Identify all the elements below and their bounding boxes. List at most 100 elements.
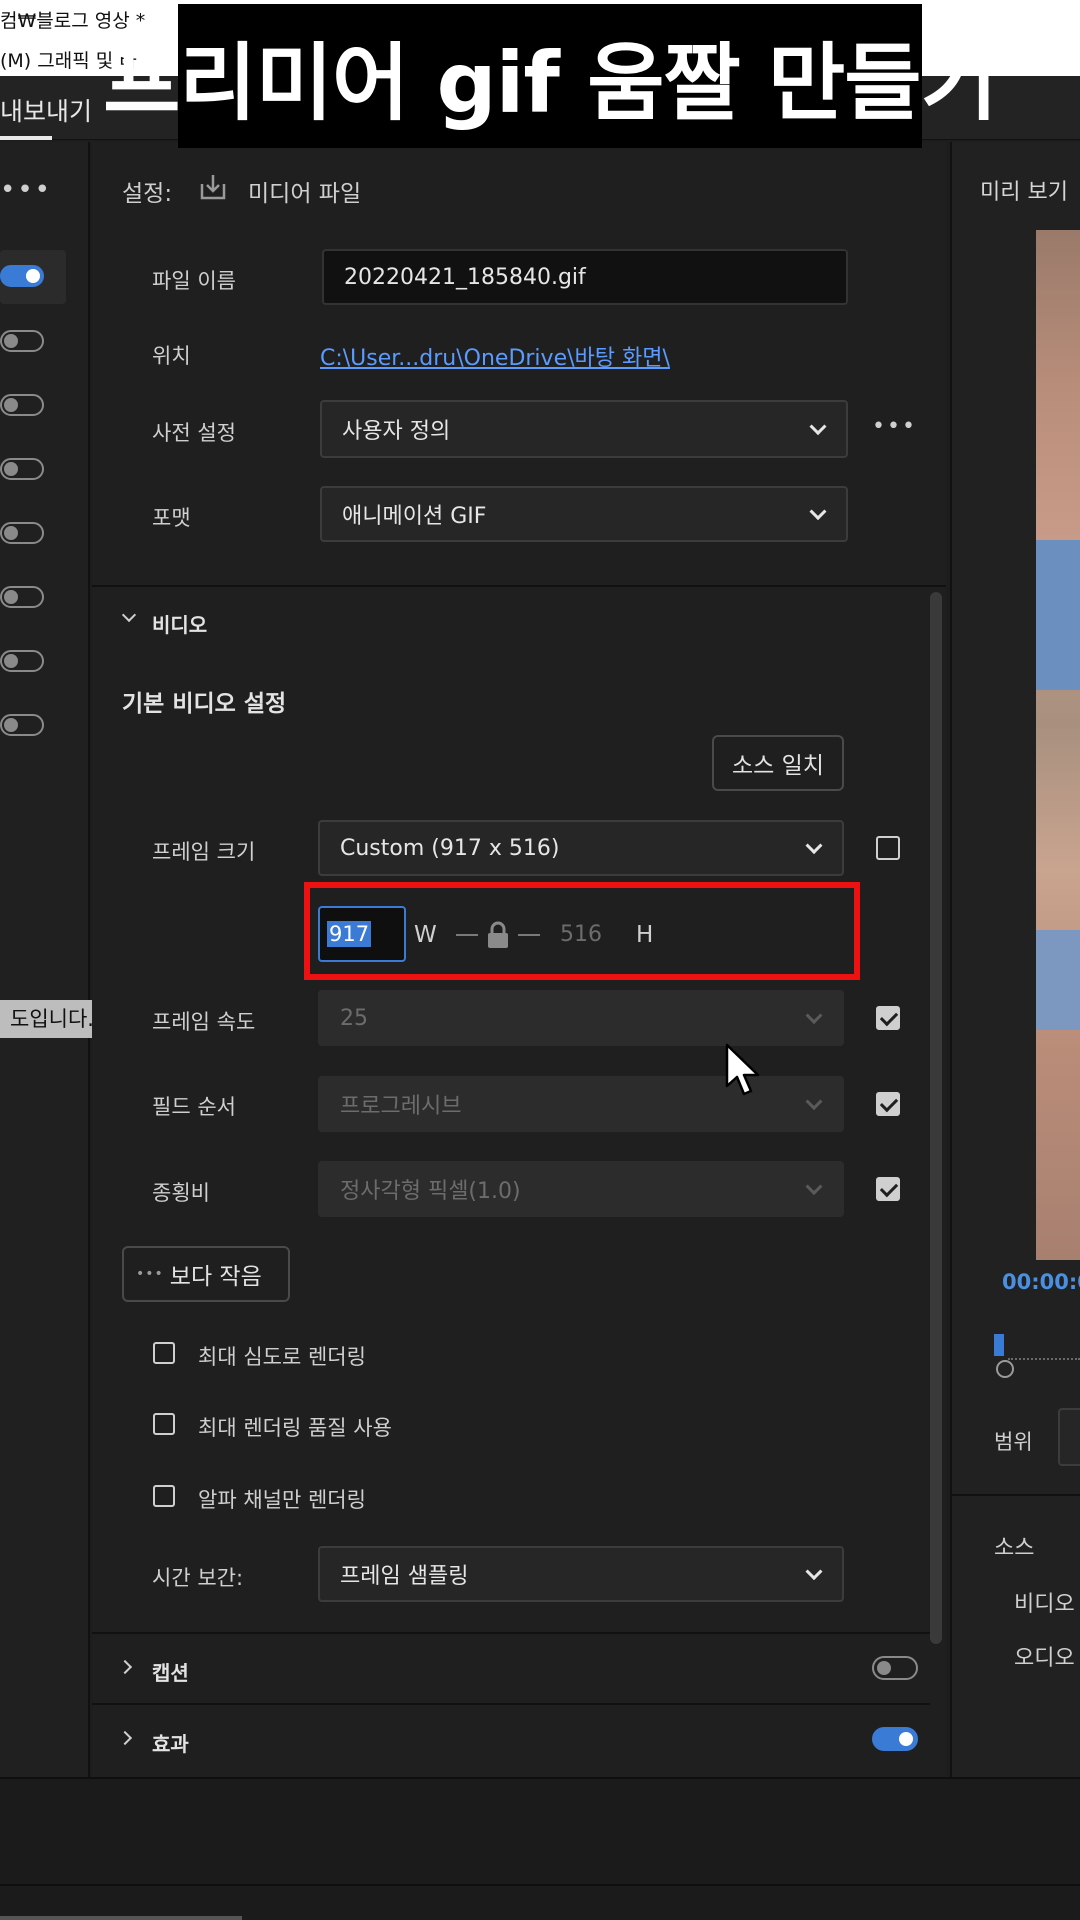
effects-toggle[interactable]: [872, 1727, 918, 1751]
queue-toggle-5[interactable]: [0, 522, 44, 544]
aspect-ratio-value: 정사각형 픽셀(1.0): [340, 1179, 521, 1204]
format-label: 포맷: [152, 506, 191, 530]
match-source-button[interactable]: 소스 일치: [712, 735, 844, 791]
chevron-down-icon: [805, 1093, 823, 1111]
queue-toggle-6[interactable]: [0, 586, 44, 608]
field-order-checkbox[interactable]: [876, 1092, 900, 1116]
frame-rate-checkbox[interactable]: [876, 1006, 900, 1030]
field-order-value: 프로그레시브: [340, 1094, 462, 1119]
preview-image: [1036, 230, 1080, 1260]
chevron-down-icon: [809, 418, 827, 436]
media-file-label: 미디어 파일: [248, 181, 362, 207]
file-name-value: 20220421_185840.gif: [344, 264, 586, 290]
file-name-input[interactable]: 20220421_185840.gif: [322, 249, 848, 305]
frame-size-override-checkbox[interactable]: [876, 836, 900, 860]
source-audio-label: 오디오: [1014, 1646, 1075, 1671]
divider: [92, 1703, 930, 1705]
frame-rate-value: 25: [340, 1005, 368, 1031]
bottom-bar: [0, 1777, 1080, 1920]
source-label: 소스: [994, 1536, 1035, 1561]
chevron-down-icon: [809, 503, 827, 521]
horizontal-scrollbar[interactable]: [0, 1916, 242, 1920]
show-less-button[interactable]: ••• 보다 작음: [122, 1246, 290, 1302]
chevron-down-icon: [805, 837, 823, 855]
playhead[interactable]: [994, 1334, 1004, 1356]
title-banner: 프리미어 gif 움짤 만들기: [103, 4, 998, 148]
time-interpolation-select[interactable]: 프레임 샘플링: [318, 1546, 844, 1602]
preset-more-icon[interactable]: •••: [872, 414, 917, 439]
show-less-label: 보다 작음: [169, 1264, 262, 1290]
alpha-only-label: 알파 채널만 렌더링: [198, 1488, 366, 1512]
max-quality-label: 최대 렌더링 품질 사용: [198, 1416, 392, 1440]
captions-section-header[interactable]: 캡션: [152, 1657, 189, 1686]
lock-icon[interactable]: [484, 920, 512, 950]
video-section-header[interactable]: 비디오: [152, 609, 207, 638]
queue-toggle-4[interactable]: [0, 458, 44, 480]
field-order-label: 필드 순서: [152, 1095, 236, 1119]
banner-text: 프리미어 gif 움짤 만들기: [103, 33, 998, 132]
alpha-only-checkbox[interactable]: [153, 1485, 175, 1507]
basic-video-settings-title: 기본 비디오 설정: [122, 691, 287, 717]
time-interpolation-label: 시간 보간:: [152, 1566, 244, 1590]
more-icon[interactable]: •••: [0, 175, 52, 205]
effects-section-header[interactable]: 효과: [152, 1728, 189, 1757]
height-unit: H: [636, 922, 654, 948]
aspect-ratio-select[interactable]: 정사각형 픽셀(1.0): [318, 1161, 844, 1217]
range-select[interactable]: [1058, 1408, 1080, 1466]
max-quality-checkbox[interactable]: [153, 1413, 175, 1435]
file-name-label: 파일 이름: [152, 269, 236, 293]
queue-toggle-2[interactable]: [0, 330, 44, 352]
divider: [952, 1494, 1080, 1496]
divider: [92, 585, 946, 587]
frame-size-label: 프레임 크기: [152, 840, 256, 864]
preview-image-detail: [1036, 540, 1080, 690]
frame-rate-select[interactable]: 25: [318, 990, 844, 1046]
width-value: 917: [327, 921, 372, 947]
tab-export[interactable]: 내보내기: [0, 92, 92, 128]
time-interpolation-value: 프레임 샘플링: [340, 1564, 469, 1589]
divider: [0, 1884, 1080, 1886]
more-dots-icon: •••: [136, 1266, 164, 1282]
frame-size-select[interactable]: Custom (917 x 516): [318, 820, 844, 876]
queue-toggle-7[interactable]: [0, 650, 44, 672]
frame-size-value: Custom (917 x 516): [340, 835, 560, 861]
preview-label: 미리 보기: [980, 180, 1068, 205]
location-label: 위치: [152, 344, 191, 368]
format-select[interactable]: 애니메이션 GIF: [320, 486, 848, 542]
captions-toggle[interactable]: [872, 1656, 918, 1680]
preview-image-detail: [1036, 930, 1080, 1030]
chevron-down-icon: [805, 1563, 823, 1581]
timeline-ruler: [1008, 1350, 1080, 1360]
frame-rate-label: 프레임 속도: [152, 1010, 256, 1034]
mouse-cursor-icon: [724, 1042, 764, 1102]
queue-panel: [0, 142, 90, 1777]
chevron-down-icon: [805, 1178, 823, 1196]
field-order-select[interactable]: 프로그레시브: [318, 1076, 844, 1132]
preset-value: 사용자 정의: [342, 419, 451, 444]
max-depth-label: 최대 심도로 렌더링: [198, 1345, 366, 1369]
link-line: [456, 934, 478, 936]
width-input[interactable]: 917: [318, 906, 406, 962]
settings-header-label: 설정:: [122, 181, 173, 207]
queue-toggle-8[interactable]: [0, 714, 44, 736]
queue-toggle-3[interactable]: [0, 394, 44, 416]
settings-scrollbar[interactable]: [930, 592, 942, 1644]
preset-select[interactable]: 사용자 정의: [320, 400, 848, 458]
divider: [92, 1632, 930, 1634]
link-line: [518, 934, 540, 936]
in-point-handle[interactable]: [996, 1360, 1014, 1378]
timecode[interactable]: 00:00:0: [1002, 1270, 1080, 1294]
aspect-ratio-checkbox[interactable]: [876, 1177, 900, 1201]
chevron-down-icon: [805, 1007, 823, 1025]
format-value: 애니메이션 GIF: [342, 504, 487, 529]
queue-toggle-1[interactable]: [0, 265, 44, 287]
width-unit: W: [414, 922, 437, 948]
download-icon: [198, 172, 228, 202]
height-value[interactable]: 516: [560, 922, 602, 947]
max-depth-checkbox[interactable]: [153, 1342, 175, 1364]
source-video-label: 비디오: [1014, 1592, 1075, 1617]
active-tab-indicator: [0, 136, 52, 140]
aspect-ratio-label: 종횡비: [152, 1181, 210, 1205]
range-label: 범위: [994, 1430, 1033, 1454]
location-link[interactable]: C:\User...dru\OneDrive\바탕 화면\: [320, 340, 670, 372]
